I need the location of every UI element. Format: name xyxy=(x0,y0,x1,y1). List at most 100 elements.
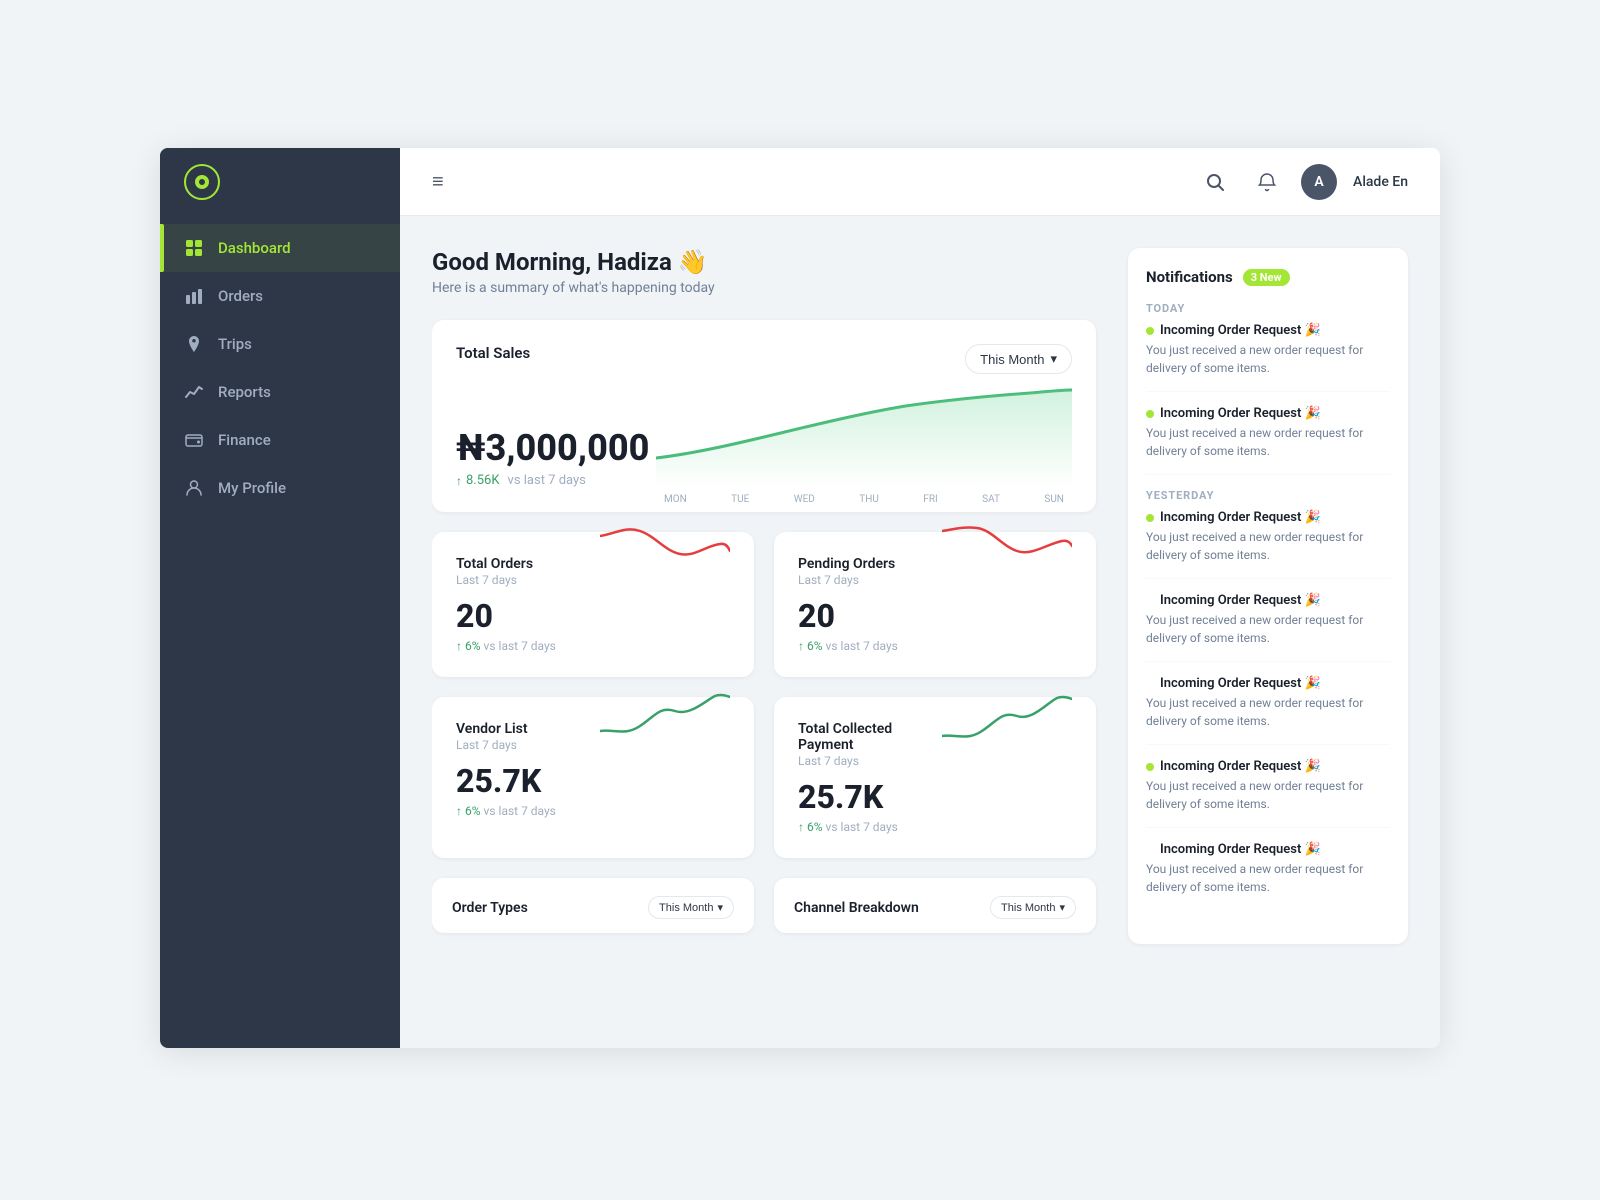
stat-cards-grid: Total Orders Last 7 days 20 ↑ 6% vs last… xyxy=(432,532,1096,858)
notifications-title: Notifications xyxy=(1146,268,1233,286)
total-sales-label: Total Sales xyxy=(456,344,530,362)
notif-item: Incoming Order Request 🎉 You just receiv… xyxy=(1146,676,1390,745)
notif-item: Incoming Order Request 🎉 You just receiv… xyxy=(1146,510,1390,579)
page-greeting: Good Morning, Hadiza 👋 xyxy=(432,248,1096,276)
total-payment-card: Total Collected Payment Last 7 days 25.7… xyxy=(774,697,1096,858)
notif-item: Incoming Order Request 🎉 You just receiv… xyxy=(1146,842,1390,910)
notif-item: Incoming Order Request 🎉 You just receiv… xyxy=(1146,406,1390,475)
stat-title: Vendor List xyxy=(456,721,556,737)
this-month-button[interactable]: This Month ▾ xyxy=(965,344,1072,374)
sidebar-item-label: Dashboard xyxy=(218,239,291,257)
menu-icon[interactable]: ≡ xyxy=(432,169,444,194)
grid-icon xyxy=(184,238,204,258)
sidebar-item-finance[interactable]: Finance xyxy=(160,416,400,464)
channel-breakdown-title: Channel Breakdown xyxy=(794,900,919,916)
sidebar-item-reports[interactable]: Reports xyxy=(160,368,400,416)
trend-icon xyxy=(184,382,204,402)
notif-read-dot xyxy=(1146,597,1154,605)
avatar: A xyxy=(1301,164,1337,200)
total-orders-card: Total Orders Last 7 days 20 ↑ 6% vs last… xyxy=(432,532,754,677)
chart-day-wed: WED xyxy=(794,494,815,505)
notif-unread-dot xyxy=(1146,514,1154,522)
notif-read-dot xyxy=(1146,680,1154,688)
chart-day-sun: SUN xyxy=(1044,494,1064,505)
stat-value: 20 xyxy=(456,597,556,635)
notif-unread-dot xyxy=(1146,327,1154,335)
up-arrow-icon: ↑ xyxy=(798,639,804,653)
wallet-icon xyxy=(184,430,204,450)
stat-subtitle: Last 7 days xyxy=(798,573,898,587)
bottom-cards-row: Order Types This Month ▾ Channel Breakdo… xyxy=(432,878,1096,933)
channel-period-button[interactable]: This Month ▾ xyxy=(990,896,1076,919)
chart-day-tue: TUE xyxy=(731,494,749,505)
order-types-card: Order Types This Month ▾ xyxy=(432,878,754,933)
notif-section-yesterday: YESTERDAY xyxy=(1146,489,1390,502)
sidebar-item-trips[interactable]: Trips xyxy=(160,320,400,368)
sales-amount: ₦3,000,000 xyxy=(456,427,656,469)
sidebar-item-label: Finance xyxy=(218,431,271,449)
stat-change: ↑ 6% vs last 7 days xyxy=(798,639,898,653)
stat-title: Total Orders xyxy=(456,556,556,572)
logo-icon xyxy=(184,164,220,200)
pending-mini-chart xyxy=(942,516,1072,580)
stat-change: ↑ 6% vs last 7 days xyxy=(456,639,556,653)
sidebar-logo xyxy=(160,148,400,216)
search-button[interactable] xyxy=(1197,164,1233,200)
up-arrow-icon: ↑ xyxy=(456,804,462,818)
notifications-panel: Notifications 3 New TODAY Incoming Order… xyxy=(1128,248,1408,944)
sidebar-item-dashboard[interactable]: Dashboard xyxy=(160,224,400,272)
person-icon xyxy=(184,478,204,498)
orders-mini-chart xyxy=(600,516,730,580)
sidebar-item-profile[interactable]: My Profile xyxy=(160,464,400,512)
notif-item: Incoming Order Request 🎉 You just receiv… xyxy=(1146,323,1390,392)
up-arrow-icon: ↑ xyxy=(798,820,804,834)
main-area: ≡ A Alade En Good Morning, Hadiza xyxy=(400,148,1440,1048)
notifications-badge: 3 New xyxy=(1243,269,1290,286)
stat-title: Total Collected Payment xyxy=(798,721,942,753)
stat-change: ↑ 6% vs last 7 days xyxy=(456,804,556,818)
sidebar-item-label: Orders xyxy=(218,287,263,305)
stat-title: Pending Orders xyxy=(798,556,898,572)
stat-subtitle: Last 7 days xyxy=(456,738,556,752)
location-icon xyxy=(184,334,204,354)
chart-day-mon: MON xyxy=(664,494,687,505)
page-subtitle: Here is a summary of what's happening to… xyxy=(432,280,1096,296)
chevron-down-icon: ▾ xyxy=(717,901,723,914)
up-arrow-icon: ↑ xyxy=(456,474,462,488)
chart-day-fri: FRI xyxy=(923,494,937,505)
chart-day-thu: THU xyxy=(859,494,879,505)
sidebar-item-label: My Profile xyxy=(218,479,286,497)
up-arrow-icon: ↑ xyxy=(456,639,462,653)
chevron-down-icon: ▾ xyxy=(1050,351,1057,367)
user-name: Alade En xyxy=(1353,174,1408,190)
order-types-title: Order Types xyxy=(452,900,528,916)
content-area: Good Morning, Hadiza 👋 Here is a summary… xyxy=(400,216,1440,1048)
sidebar-item-label: Trips xyxy=(218,335,252,353)
sidebar-item-orders[interactable]: Orders xyxy=(160,272,400,320)
chevron-down-icon: ▾ xyxy=(1059,901,1065,914)
stat-value: 20 xyxy=(798,597,898,635)
pending-orders-card: Pending Orders Last 7 days 20 ↑ 6% vs la… xyxy=(774,532,1096,677)
order-types-period-button[interactable]: This Month ▾ xyxy=(648,896,734,919)
sidebar-item-label: Reports xyxy=(218,383,271,401)
main-content: Good Morning, Hadiza 👋 Here is a summary… xyxy=(432,248,1104,1048)
stat-subtitle: Last 7 days xyxy=(798,754,942,768)
notif-unread-dot xyxy=(1146,410,1154,418)
chart-day-sat: SAT xyxy=(982,494,1000,505)
stat-value: 25.7K xyxy=(456,762,556,800)
notif-item: Incoming Order Request 🎉 You just receiv… xyxy=(1146,593,1390,662)
sidebar: Dashboard Orders xyxy=(160,148,400,1048)
notif-unread-dot xyxy=(1146,763,1154,771)
notif-section-today: TODAY xyxy=(1146,302,1390,315)
notif-read-dot xyxy=(1146,846,1154,854)
sidebar-nav: Dashboard Orders xyxy=(160,216,400,1048)
stat-subtitle: Last 7 days xyxy=(456,573,556,587)
notifications-bell-button[interactable] xyxy=(1249,164,1285,200)
vendor-list-card: Vendor List Last 7 days 25.7K ↑ 6% vs la… xyxy=(432,697,754,858)
sales-change: ↑ 8.56K vs last 7 days xyxy=(456,473,656,488)
vendor-mini-chart xyxy=(600,681,730,755)
stat-change: ↑ 6% vs last 7 days xyxy=(798,820,942,834)
total-sales-card: Total Sales This Month ▾ ₦3,000,000 ↑ 8 xyxy=(432,320,1096,512)
bar-chart-icon xyxy=(184,286,204,306)
header: ≡ A Alade En xyxy=(400,148,1440,216)
